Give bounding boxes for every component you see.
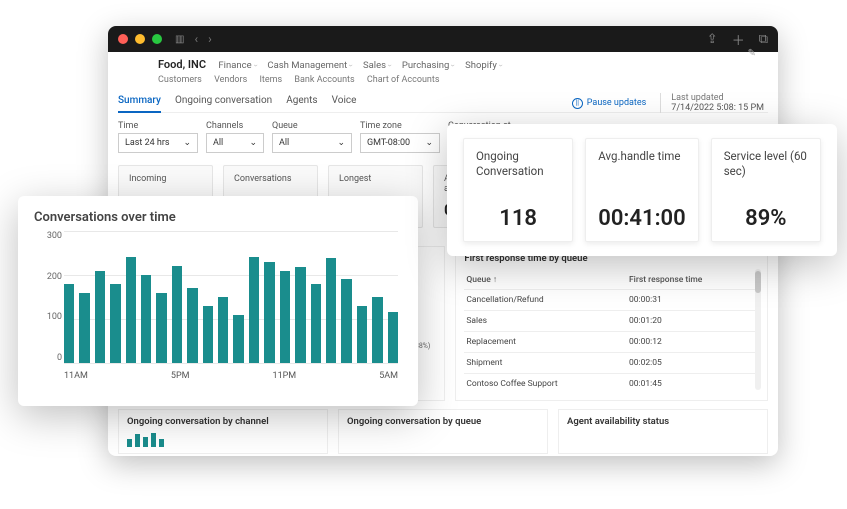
chart-bar: [295, 267, 305, 363]
chart-bar: [64, 284, 74, 363]
kpi-service-value: 89%: [724, 206, 808, 231]
chart-bar: [341, 279, 351, 363]
pause-updates-button[interactable]: || Pause updates: [572, 98, 646, 109]
subnav-vendors[interactable]: Vendors: [214, 75, 247, 85]
conversations-bar-chart: 300 200 100 0 11AM 5PM 11PM 5AM: [34, 231, 402, 381]
tab-agents[interactable]: Agents: [286, 95, 317, 106]
response-table: Queue ↑First response time Cancellation/…: [464, 270, 759, 394]
col-queue[interactable]: Queue ↑: [464, 270, 627, 290]
chart-bar: [126, 257, 136, 363]
panel-agent-availability: Agent availability status: [558, 409, 768, 454]
window-titlebar: ▥ ‹ › ⇪ ＋ ⧉: [108, 26, 778, 52]
window-zoom-traffic-light[interactable]: [152, 34, 162, 44]
table-row[interactable]: Sales00:01:20: [464, 311, 759, 332]
sidebar-toggle-icon[interactable]: ▥: [175, 34, 184, 45]
panel-by-channel: Ongoing conversation by channel: [118, 409, 328, 454]
chart-bar: [110, 284, 120, 363]
last-updated-label: Last updated: [671, 93, 723, 103]
table-scrollbar[interactable]: [755, 269, 761, 390]
topmenu-finance[interactable]: Finance: [218, 60, 257, 71]
topmenu-sales[interactable]: Sales: [363, 60, 391, 71]
table-row[interactable]: Contoso Coffee Support00:01:45: [464, 374, 759, 395]
overlay-chart-card: Conversations over time 300 200 100 0 11…: [18, 196, 418, 406]
kpi-avg-handle-time: Avg.handle time 00:41:00: [585, 138, 698, 242]
subnav-bank[interactable]: Bank Accounts: [294, 75, 354, 85]
last-updated-value: 7/14/2022 5:08: 15 PM: [671, 103, 764, 113]
window-close-traffic-light[interactable]: [118, 34, 128, 44]
pause-updates-label: Pause updates: [587, 98, 646, 108]
tab-voice[interactable]: Voice: [332, 95, 357, 106]
subnav-coa[interactable]: Chart of Accounts: [367, 75, 440, 85]
subnav-items[interactable]: Items: [259, 75, 282, 85]
tiny-bar-chart: [127, 433, 319, 447]
topmenu-purchasing[interactable]: Purchasing: [402, 60, 455, 71]
kpi-service-level: Service level (60 sec) 89%: [711, 138, 821, 242]
subnav-customers[interactable]: Customers: [158, 75, 202, 85]
chart-bar: [79, 293, 89, 363]
topmenu-shopify[interactable]: Shopify: [465, 60, 502, 71]
chevron-down-icon: ⌄: [249, 138, 257, 148]
panel-first-response-time: First response time by queue Queue ↑Firs…: [455, 246, 768, 401]
chart-bar: [187, 288, 197, 363]
chevron-down-icon: ⌄: [425, 138, 433, 148]
chart-bar: [141, 275, 151, 363]
filter-queue-select[interactable]: All⌄: [272, 133, 352, 153]
chevron-down-icon: ⌄: [183, 138, 191, 148]
filter-channels-select[interactable]: All⌄: [206, 133, 264, 153]
filter-channels-label: Channels: [206, 121, 264, 131]
overlay-chart-title: Conversations over time: [34, 210, 402, 225]
window-minimize-traffic-light[interactable]: [135, 34, 145, 44]
nav-fwd-icon[interactable]: ›: [208, 32, 212, 46]
col-first-response[interactable]: First response time: [627, 270, 759, 290]
overlay-kpi-card: Ongoing Conversation 118 Avg.handle time…: [447, 124, 837, 256]
kpi-handle-value: 00:41:00: [598, 206, 685, 231]
edit-pencil-icon[interactable]: ✎: [748, 48, 756, 59]
report-tabs: Summary Ongoing conversation Agents Voic…: [118, 91, 768, 113]
table-row[interactable]: Cancellation/Refund00:00:31: [464, 290, 759, 311]
sort-arrow-icon: ↑: [493, 275, 497, 285]
tab-ongoing[interactable]: Ongoing conversation: [175, 95, 272, 106]
panel-by-queue: Ongoing conversation by queue: [338, 409, 548, 454]
last-updated: Last updated 7/14/2022 5:08: 15 PM: [660, 93, 764, 113]
chart-bar: [156, 293, 166, 363]
filter-time-label: Time: [118, 121, 198, 131]
chart-bar: [95, 271, 105, 363]
filter-tz-label: Time zone: [360, 121, 440, 131]
chart-bar: [357, 306, 367, 363]
copy-icon[interactable]: ⧉: [759, 32, 768, 47]
tab-summary[interactable]: Summary: [118, 95, 161, 113]
plus-icon[interactable]: ＋: [732, 30, 745, 49]
chart-bar: [311, 284, 321, 363]
chart-bar: [172, 266, 182, 363]
pause-icon: ||: [572, 98, 583, 109]
topmenu-cash[interactable]: Cash Management: [267, 60, 352, 71]
company-name[interactable]: Food, INC: [158, 58, 206, 71]
filter-time-select[interactable]: Last 24 hrs⌄: [118, 133, 198, 153]
chart-bar: [388, 312, 398, 363]
filter-timezone-select[interactable]: GMT-08:00⌄: [360, 133, 440, 153]
chart-bar: [203, 306, 213, 363]
share-icon[interactable]: ⇪: [707, 32, 718, 47]
chart-bar: [218, 297, 228, 363]
chart-x-axis: 11AM 5PM 11PM 5AM: [64, 371, 398, 381]
chart-bar: [326, 258, 336, 363]
chart-bar: [264, 262, 274, 363]
chart-bar: [280, 271, 290, 363]
table-row[interactable]: Replacement00:00:12: [464, 332, 759, 353]
filter-queue-label: Queue: [272, 121, 352, 131]
kpi-ongoing-conversation: Ongoing Conversation 118: [463, 138, 573, 242]
chart-bar: [372, 297, 382, 363]
nav-back-icon[interactable]: ‹: [194, 32, 198, 46]
table-row[interactable]: Shipment00:02:05: [464, 353, 759, 374]
chart-bar: [233, 315, 243, 363]
header-nav: Food, INC Finance Cash Management Sales …: [108, 52, 778, 87]
chevron-down-icon: ⌄: [337, 138, 345, 148]
chart-bar: [249, 257, 259, 363]
kpi-ongoing-value: 118: [476, 206, 560, 231]
chart-y-axis: 300 200 100 0: [34, 231, 62, 363]
